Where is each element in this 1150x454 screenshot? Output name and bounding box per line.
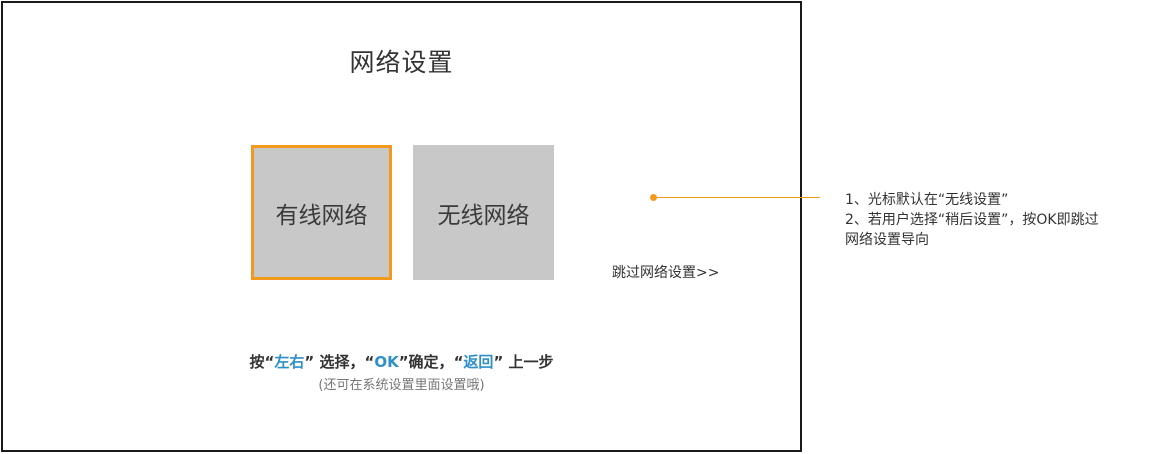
- hint-key-ok: OK: [374, 353, 399, 371]
- design-annotation: 1、光标默认在“无线设置” 2、若用户选择“稍后设置”，按OK即跳过 网络设置导…: [845, 190, 1145, 250]
- hint-quote-open: “: [264, 353, 275, 371]
- hint-quote-open: “: [364, 353, 375, 371]
- annotation-line-2: 2、若用户选择“稍后设置”，按OK即跳过: [845, 212, 1099, 228]
- skip-network-setup-link[interactable]: 跳过网络设置>>: [612, 262, 719, 282]
- settings-subhint: (还可在系统设置里面设置哦): [318, 378, 485, 393]
- hint-key-left-right: 左右: [274, 353, 305, 371]
- hint-key-back: 返回: [463, 353, 494, 371]
- annotation-line-1: 1、光标默认在“无线设置”: [845, 192, 1009, 208]
- wired-network-option[interactable]: 有线网络: [251, 145, 392, 280]
- hint-quote-close: ”: [398, 353, 409, 371]
- hint-quote-close: ”: [493, 353, 504, 371]
- page-title: 网络设置: [349, 48, 454, 77]
- annotation-connector-line: [654, 197, 820, 198]
- hint-select-text: 选择，: [319, 353, 365, 371]
- wired-network-label: 有线网络: [275, 202, 368, 229]
- annotation-line-3: 网络设置导向: [845, 232, 929, 248]
- hint-quote-open: “: [453, 353, 464, 371]
- hint-previous-step-text: 上一步: [508, 353, 554, 371]
- hint-confirm-text: 确定，: [408, 353, 454, 371]
- hint-prefix: 按: [249, 353, 265, 371]
- network-setup-screen: 网络设置 有线网络 无线网络 跳过网络设置>> 按“左右” 选择，“OK”确定，…: [1, 1, 802, 452]
- wireless-network-label: 无线网络: [437, 202, 530, 229]
- wireless-network-option[interactable]: 无线网络: [413, 145, 554, 280]
- navigation-hint: 按“左右” 选择，“OK”确定，“返回” 上一步: [3, 351, 800, 372]
- hint-quote-close: ”: [304, 353, 315, 371]
